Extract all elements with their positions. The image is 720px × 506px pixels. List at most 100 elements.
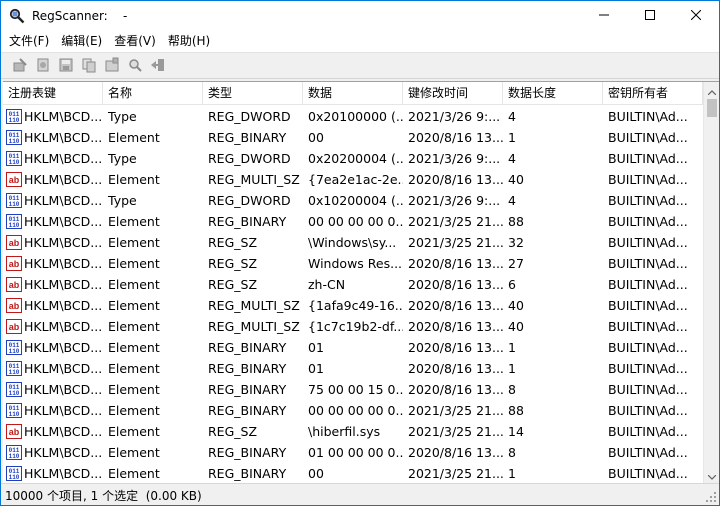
cell-name: Element: [108, 172, 160, 187]
column-header-owner[interactable]: 密钥所有者: [603, 82, 703, 105]
menu-help[interactable]: 帮助(H): [162, 31, 216, 52]
cell-name: Element: [108, 361, 160, 376]
table-row[interactable]: ab HKLM\BCD... Element REG_MULTI_SZ {1c7c19b…: [3, 316, 703, 337]
cell-type: REG_MULTI_SZ: [208, 298, 300, 313]
cell-name: Element: [108, 130, 160, 145]
cell-modified: 2021/3/25 21...: [408, 424, 503, 439]
cell-registry-key: HKLM\BCD...: [24, 445, 103, 460]
table-row[interactable]: 011 110 HKLM\BCD... Type REG_DWORD 0x10200004…: [3, 190, 703, 211]
table-row[interactable]: 011 110 HKLM\BCD... Type REG_DWORD 0x20100000…: [3, 106, 703, 127]
table-row[interactable]: 011 110 HKLM\BCD... Element REG_BINARY 01 2020…: [3, 337, 703, 358]
cell-name: Element: [108, 298, 160, 313]
cell-length: 88: [508, 214, 524, 229]
cell-name: Element: [108, 424, 160, 439]
cell-owner: BUILTIN\Ad...: [608, 424, 688, 439]
cell-length: 4: [508, 193, 516, 208]
column-header-length[interactable]: 数据长度: [503, 82, 603, 105]
table-row[interactable]: 011 110 HKLM\BCD... Element REG_BINARY 00 2020…: [3, 127, 703, 148]
regscanner-icon: [9, 8, 25, 24]
table-row[interactable]: 011 110 HKLM\BCD... Element REG_BINARY 00 00 …: [3, 400, 703, 421]
maximize-button[interactable]: [627, 1, 673, 31]
cell-name: Element: [108, 445, 160, 460]
cell-name: Element: [108, 340, 160, 355]
close-button[interactable]: [673, 1, 719, 31]
title-bar[interactable]: RegScanner: -: [1, 1, 719, 31]
results-list[interactable]: 注册表键 名称 类型 数据 键修改时间 数据长度 密钥所有者 011 110 HKL…: [3, 81, 719, 483]
table-row[interactable]: 011 110 HKLM\BCD... Type REG_DWORD 0x20200004…: [3, 148, 703, 169]
cell-type: REG_BINARY: [208, 382, 287, 397]
cell-owner: BUILTIN\Ad...: [608, 319, 688, 334]
cell-name: Type: [108, 109, 137, 124]
window-title: RegScanner: -: [32, 9, 128, 23]
menu-file[interactable]: 文件(F): [3, 31, 55, 52]
cell-data: {7ea2e1ac-2e...: [308, 172, 403, 187]
copy-button[interactable]: [80, 57, 98, 75]
table-row[interactable]: ab HKLM\BCD... Element REG_SZ \Windows\sy...…: [3, 232, 703, 253]
scroll-down-button[interactable]: [704, 467, 719, 483]
menu-view[interactable]: 查看(V): [108, 31, 162, 52]
cell-name: Element: [108, 235, 160, 250]
table-row[interactable]: ab HKLM\BCD... Element REG_SZ \hiberfil.sys 2…: [3, 421, 703, 442]
cell-length: 1: [508, 130, 516, 145]
table-row[interactable]: ab HKLM\BCD... Element REG_MULTI_SZ {1afa9c4…: [3, 295, 703, 316]
save-button[interactable]: [57, 57, 75, 75]
cell-data: {1afa9c49-16...: [308, 298, 403, 313]
vertical-scrollbar[interactable]: [703, 82, 719, 483]
cell-registry-key: HKLM\BCD...: [24, 319, 103, 334]
column-header-modified[interactable]: 键修改时间: [403, 82, 503, 105]
cell-length: 8: [508, 382, 516, 397]
cell-data: 00: [308, 466, 324, 481]
menu-edit[interactable]: 编辑(E): [55, 31, 108, 52]
column-header-registry-key[interactable]: 注册表键: [3, 82, 103, 105]
cell-type: REG_BINARY: [208, 445, 287, 460]
column-header-type[interactable]: 类型: [203, 82, 303, 105]
new-scan-icon: [12, 57, 28, 76]
properties-icon: [104, 57, 120, 76]
properties-button[interactable]: [103, 57, 121, 75]
cell-owner: BUILTIN\Ad...: [608, 172, 688, 187]
cell-modified: 2020/8/16 13...: [408, 361, 503, 376]
save-icon: [58, 57, 74, 76]
table-row[interactable]: ab HKLM\BCD... Element REG_MULTI_SZ {7ea2e1a…: [3, 169, 703, 190]
cell-type: REG_SZ: [208, 424, 258, 439]
table-row[interactable]: 011 110 HKLM\BCD... Element REG_BINARY 01 00 …: [3, 442, 703, 463]
column-header-name[interactable]: 名称: [103, 82, 203, 105]
cell-type: REG_DWORD: [208, 193, 291, 208]
table-row[interactable]: 011 110 HKLM\BCD... Element REG_BINARY 00 00 …: [3, 211, 703, 232]
cell-modified: 2021/3/25 21...: [408, 466, 503, 481]
cell-type: REG_SZ: [208, 277, 258, 292]
scan-button[interactable]: [34, 57, 52, 75]
scroll-thumb[interactable]: [707, 99, 717, 117]
minimize-button[interactable]: [581, 1, 627, 31]
cell-name: Element: [108, 382, 160, 397]
cell-registry-key: HKLM\BCD...: [24, 235, 103, 250]
table-row[interactable]: ab HKLM\BCD... Element REG_SZ zh-CN 2020/8/16…: [3, 274, 703, 295]
cell-type: REG_SZ: [208, 235, 258, 250]
status-bar: 10000 个项目, 1 个选定 (0.00 KB): [1, 483, 719, 505]
cell-length: 4: [508, 109, 516, 124]
cell-type: REG_BINARY: [208, 403, 287, 418]
cell-registry-key: HKLM\BCD...: [24, 277, 103, 292]
cell-data: 01: [308, 361, 324, 376]
cell-type: REG_SZ: [208, 256, 258, 271]
table-row[interactable]: 011 110 HKLM\BCD... Element REG_BINARY 01 2020…: [3, 358, 703, 379]
table-row[interactable]: 011 110 HKLM\BCD... Element REG_BINARY 00 2021…: [3, 463, 703, 483]
find-icon: [127, 57, 143, 76]
new-scan-button[interactable]: [11, 57, 29, 75]
maximize-icon: [645, 9, 655, 23]
cell-name: Element: [108, 403, 160, 418]
table-row[interactable]: 011 110 HKLM\BCD... Element REG_BINARY 75 00 …: [3, 379, 703, 400]
scroll-up-button[interactable]: [704, 82, 719, 99]
cell-registry-key: HKLM\BCD...: [24, 151, 103, 166]
resize-grip-icon[interactable]: [705, 491, 717, 503]
cell-type: REG_MULTI_SZ: [208, 172, 300, 187]
find-button[interactable]: [126, 57, 144, 75]
exit-button[interactable]: [149, 57, 167, 75]
column-header-data[interactable]: 数据: [303, 82, 403, 105]
table-row[interactable]: ab HKLM\BCD... Element REG_SZ Windows Res...…: [3, 253, 703, 274]
cell-modified: 2020/8/16 13...: [408, 298, 503, 313]
cell-data: 00: [308, 130, 324, 145]
cell-name: Element: [108, 214, 160, 229]
cell-owner: BUILTIN\Ad...: [608, 361, 688, 376]
cell-length: 14: [508, 424, 524, 439]
